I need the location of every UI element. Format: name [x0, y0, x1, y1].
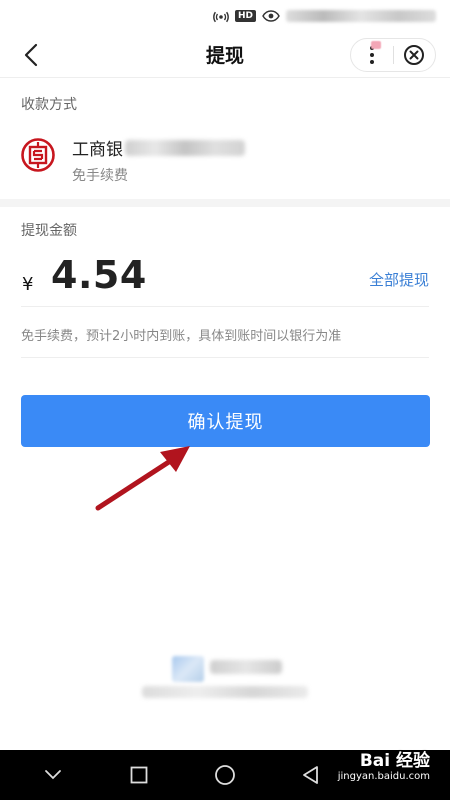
eye-icon	[262, 10, 280, 22]
status-bar: HD	[0, 0, 450, 32]
watermark-main: Bai 经验	[359, 751, 430, 771]
nav-recents-button[interactable]	[117, 753, 161, 797]
page-title: 提现	[205, 45, 244, 67]
watermark: Bai 经验 jingyan.baidu.com	[338, 752, 430, 782]
bank-account-blurred	[125, 139, 245, 156]
close-circle-icon	[404, 45, 425, 65]
amount-input[interactable]: 4.54	[51, 253, 147, 297]
amount-section: 提现金额 ¥ 4.54 全部提现 免手续费，预计2小时内到账，具体到账时间以银行…	[0, 207, 450, 358]
footer-blurred	[0, 650, 450, 710]
amount-divider	[21, 306, 429, 307]
bank-name-text: 工商银	[72, 140, 123, 160]
withdraw-all-link[interactable]: 全部提现	[369, 269, 429, 290]
notification-dot	[371, 41, 381, 49]
more-button[interactable]	[351, 39, 393, 71]
payee-section: 收款方式 工商银 免手续费	[0, 79, 450, 199]
chevron-down-icon	[45, 770, 61, 780]
section-gap	[0, 199, 450, 207]
hd-icon: HD	[234, 10, 256, 22]
currency-symbol: ¥	[22, 274, 34, 295]
footer-logo-blurred	[172, 656, 204, 682]
back-button[interactable]	[14, 38, 48, 72]
footer-subtext-blurred	[142, 686, 308, 698]
nav-back-button[interactable]	[289, 753, 333, 797]
title-bar: 提现	[0, 32, 450, 78]
square-icon	[130, 766, 148, 784]
section-divider	[21, 357, 429, 358]
circle-icon	[215, 765, 235, 785]
annotation-arrow-icon	[95, 446, 190, 511]
payee-fee-note: 免手续费	[72, 168, 128, 184]
mini-program-capsule	[350, 38, 436, 72]
status-info-blurred	[286, 10, 436, 22]
triangle-back-icon	[303, 766, 318, 784]
bank-name: 工商银	[72, 135, 245, 160]
hotspot-icon	[213, 9, 229, 23]
footer-text-blurred	[210, 660, 282, 674]
icbc-logo-icon	[21, 138, 55, 172]
chevron-left-icon	[24, 43, 38, 67]
nav-hide-button[interactable]	[31, 753, 75, 797]
payee-section-label: 收款方式	[21, 97, 77, 113]
watermark-url: jingyan.baidu.com	[337, 770, 430, 782]
confirm-withdraw-button[interactable]: 确认提现	[21, 395, 430, 447]
close-button[interactable]	[394, 39, 435, 71]
amount-section-label: 提现金额	[21, 223, 77, 239]
nav-home-button[interactable]	[203, 753, 247, 797]
arrival-note: 免手续费，预计2小时内到账，具体到账时间以银行为准	[21, 329, 342, 344]
